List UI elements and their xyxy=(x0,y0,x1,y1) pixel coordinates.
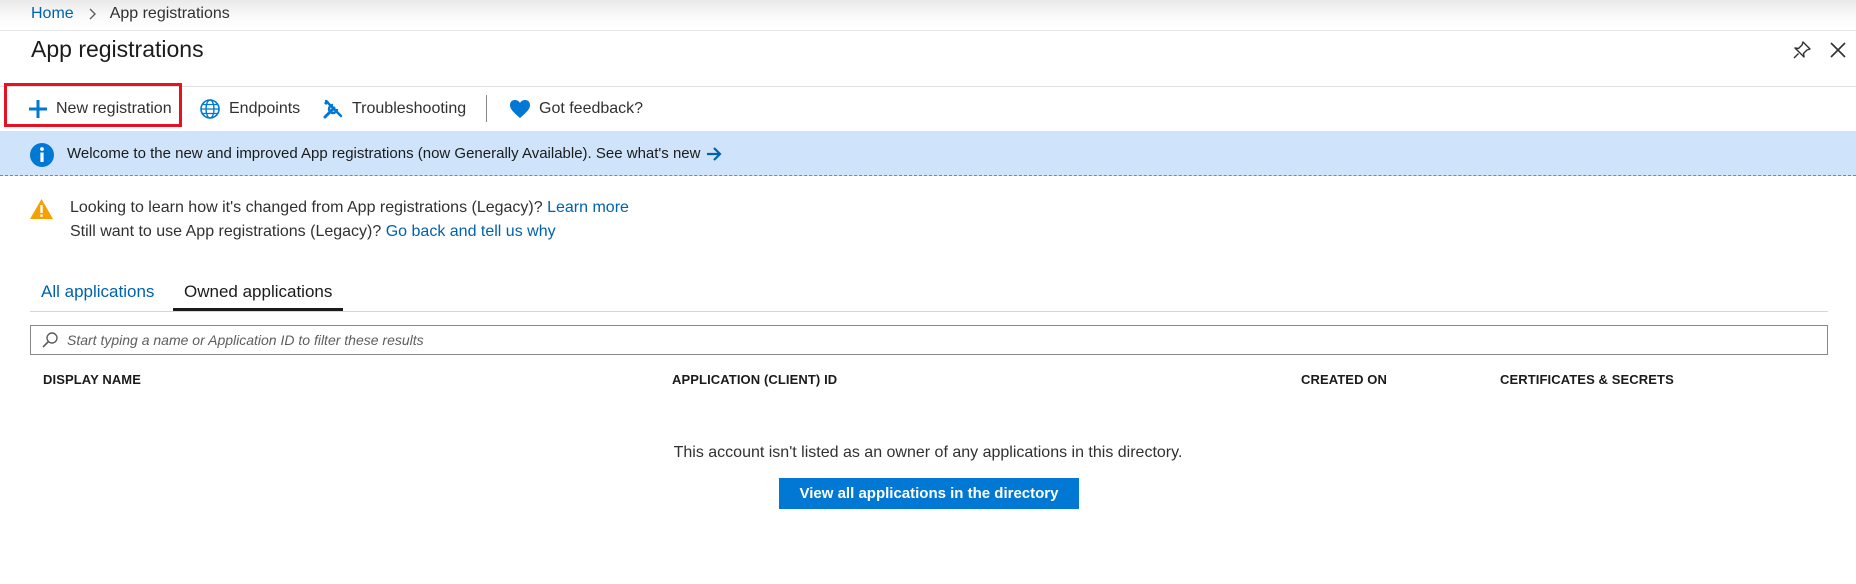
go-back-link[interactable]: Go back and tell us why xyxy=(386,223,556,240)
legacy-feedback-text: Still want to use App registrations (Leg… xyxy=(70,223,382,240)
heart-icon xyxy=(510,100,530,118)
endpoints-label: Endpoints xyxy=(229,100,301,117)
feedback-button[interactable]: Got feedback? xyxy=(509,87,643,131)
breadcrumb-home-link[interactable]: Home xyxy=(31,5,74,23)
legacy-feedback-line: Still want to use App registrations (Leg… xyxy=(70,223,556,241)
column-header-created-on[interactable]: CREATED ON xyxy=(1301,372,1387,387)
warning-icon xyxy=(30,199,53,219)
legacy-info-line: Looking to learn how it's changed from A… xyxy=(70,199,629,217)
breadcrumb-current: App registrations xyxy=(109,5,230,22)
legacy-info-text: Looking to learn how it's changed from A… xyxy=(70,199,543,216)
chevron-right-icon xyxy=(89,8,96,20)
search-icon xyxy=(42,332,58,348)
breadcrumb: Home App registrations xyxy=(31,5,230,23)
filter-search-box[interactable] xyxy=(30,325,1828,355)
tools-icon xyxy=(323,99,343,119)
filter-search-input[interactable] xyxy=(65,331,1827,349)
pin-icon[interactable] xyxy=(1791,39,1813,61)
top-bar: Home App registrations xyxy=(0,0,1856,31)
info-banner-message: Welcome to the new and improved App regi… xyxy=(67,145,701,162)
endpoints-button[interactable]: Endpoints xyxy=(199,87,300,131)
empty-state-message: This account isn't listed as an owner of… xyxy=(673,444,1183,461)
column-header-application-id[interactable]: APPLICATION (CLIENT) ID xyxy=(672,372,837,387)
arrow-right-icon[interactable] xyxy=(706,146,723,161)
feedback-label: Got feedback? xyxy=(539,100,644,117)
info-banner: Welcome to the new and improved App regi… xyxy=(0,131,1856,176)
page-title: App registrations xyxy=(31,36,204,62)
learn-more-link[interactable]: Learn more xyxy=(547,199,629,216)
tab-all-applications[interactable]: All applications xyxy=(30,278,165,310)
globe-icon xyxy=(200,99,220,119)
column-header-certificates-secrets[interactable]: CERTIFICATES & SECRETS xyxy=(1500,372,1674,387)
tab-owned-applications[interactable]: Owned applications xyxy=(173,278,344,311)
column-header-display-name[interactable]: DISPLAY NAME xyxy=(43,372,141,387)
troubleshooting-button[interactable]: Troubleshooting xyxy=(322,87,466,131)
tab-bar: All applications Owned applications xyxy=(30,278,1828,312)
close-icon[interactable] xyxy=(1827,39,1849,61)
toolbar-divider xyxy=(486,95,487,122)
info-icon xyxy=(30,143,54,167)
info-banner-text[interactable]: Welcome to the new and improved App regi… xyxy=(67,145,723,162)
new-registration-highlight xyxy=(4,83,182,127)
troubleshooting-label: Troubleshooting xyxy=(352,100,467,117)
command-bar: New registration Endpoints Troubleshooti… xyxy=(0,86,1856,131)
view-all-applications-button[interactable]: View all applications in the directory xyxy=(779,478,1079,509)
